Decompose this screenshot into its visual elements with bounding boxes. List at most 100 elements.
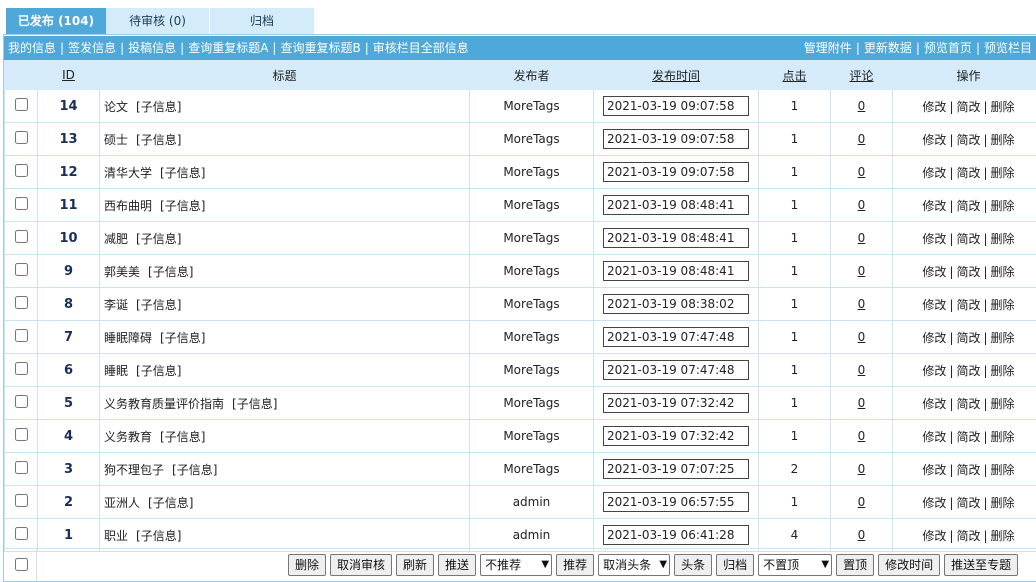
row-title-link[interactable]: 义务教育 — [104, 430, 152, 444]
menu-my-info[interactable]: 我的信息 — [8, 41, 56, 55]
row-time-input[interactable] — [603, 261, 749, 281]
row-edit-link[interactable]: 修改 — [922, 529, 946, 543]
menu-preview-home[interactable]: 预览首页 — [924, 41, 972, 55]
row-edit-link[interactable]: 修改 — [922, 331, 946, 345]
col-id-header[interactable]: ID — [37, 60, 100, 90]
row-edit-link[interactable]: 修改 — [922, 166, 946, 180]
row-edit-link[interactable]: 修改 — [922, 232, 946, 246]
row-checkbox[interactable] — [14, 98, 28, 111]
row-delete-link[interactable]: 删除 — [991, 100, 1015, 114]
row-time-input[interactable] — [603, 195, 749, 215]
row-edit-link[interactable]: 修改 — [922, 364, 946, 378]
menu-signed-info[interactable]: 签发信息 — [68, 41, 116, 55]
row-comments-link[interactable]: 0 — [858, 396, 866, 410]
row-comments-link[interactable]: 0 — [858, 429, 866, 443]
row-comments-link[interactable]: 0 — [858, 132, 866, 146]
row-comments-link[interactable]: 0 — [858, 231, 866, 245]
row-delete-link[interactable]: 删除 — [991, 331, 1015, 345]
row-title-link[interactable]: 职业 — [104, 529, 128, 543]
row-title-link[interactable]: 李诞 — [104, 298, 128, 312]
row-title-link[interactable]: 亚洲人 — [104, 496, 140, 510]
row-edit-link[interactable]: 修改 — [922, 298, 946, 312]
row-checkbox[interactable] — [14, 329, 28, 342]
row-simple-edit-link[interactable]: 简改 — [956, 529, 980, 543]
row-delete-link[interactable]: 删除 — [991, 496, 1015, 510]
menu-update-data[interactable]: 更新数据 — [864, 41, 912, 55]
row-delete-link[interactable]: 删除 — [991, 232, 1015, 246]
menu-dup-title-a[interactable]: 查询重复标题A — [188, 41, 268, 55]
menu-contributions[interactable]: 投稿信息 — [128, 41, 176, 55]
row-checkbox[interactable] — [14, 197, 28, 210]
select-all-checkbox[interactable] — [15, 558, 28, 571]
row-edit-link[interactable]: 修改 — [922, 496, 946, 510]
push-button[interactable]: 推送 — [438, 554, 477, 576]
row-edit-link[interactable]: 修改 — [922, 397, 946, 411]
row-title-link[interactable]: 西布曲明 — [104, 199, 152, 213]
refresh-button[interactable]: 刷新 — [396, 554, 435, 576]
row-simple-edit-link[interactable]: 简改 — [956, 463, 980, 477]
row-delete-link[interactable]: 删除 — [991, 463, 1015, 477]
row-checkbox[interactable] — [14, 131, 28, 144]
row-simple-edit-link[interactable]: 简改 — [956, 133, 980, 147]
row-delete-link[interactable]: 删除 — [991, 133, 1015, 147]
row-comments-link[interactable]: 0 — [858, 528, 866, 542]
delete-button[interactable]: 删除 — [288, 554, 327, 576]
row-comments-link[interactable]: 0 — [858, 198, 866, 212]
row-title-link[interactable]: 义务教育质量评价指南 — [104, 397, 224, 411]
row-time-input[interactable] — [603, 360, 749, 380]
row-comments-link[interactable]: 0 — [858, 165, 866, 179]
row-comments-link[interactable]: 0 — [858, 99, 866, 113]
headline-select[interactable]: 取消头条 ▼ — [598, 554, 671, 576]
tab-archive[interactable]: 归档 — [210, 8, 314, 34]
row-comments-link[interactable]: 0 — [858, 297, 866, 311]
row-delete-link[interactable]: 删除 — [991, 529, 1015, 543]
modify-time-button[interactable]: 修改时间 — [878, 554, 941, 576]
row-checkbox[interactable] — [14, 527, 28, 540]
menu-dup-title-b[interactable]: 查询重复标题B — [280, 41, 360, 55]
row-title-link[interactable]: 睡眠障碍 — [104, 331, 152, 345]
tab-published[interactable]: 已发布 (104) — [6, 8, 106, 34]
row-delete-link[interactable]: 删除 — [991, 298, 1015, 312]
col-clicks-header[interactable]: 点击 — [758, 60, 831, 90]
row-time-input[interactable] — [603, 525, 749, 545]
row-simple-edit-link[interactable]: 简改 — [956, 100, 980, 114]
col-comments-header[interactable]: 评论 — [830, 60, 893, 90]
row-comments-link[interactable]: 0 — [858, 330, 866, 344]
row-time-input[interactable] — [603, 228, 749, 248]
recommend-select[interactable]: 不推荐 ▼ — [480, 554, 553, 576]
push-topic-button[interactable]: 推送至专题 — [944, 554, 1019, 576]
row-time-input[interactable] — [603, 162, 749, 182]
top-select[interactable]: 不置顶 ▼ — [758, 554, 833, 576]
row-time-input[interactable] — [603, 129, 749, 149]
row-simple-edit-link[interactable]: 简改 — [956, 331, 980, 345]
row-title-link[interactable]: 郭美美 — [104, 265, 140, 279]
menu-manage-attachments[interactable]: 管理附件 — [804, 41, 852, 55]
row-title-link[interactable]: 狗不理包子 — [104, 463, 164, 477]
row-checkbox[interactable] — [14, 263, 28, 276]
row-edit-link[interactable]: 修改 — [922, 463, 946, 477]
row-delete-link[interactable]: 删除 — [991, 199, 1015, 213]
tab-pending[interactable]: 待审核 (0) — [106, 8, 210, 34]
recommend-button[interactable]: 推荐 — [556, 554, 595, 576]
row-comments-link[interactable]: 0 — [858, 495, 866, 509]
row-time-input[interactable] — [603, 492, 749, 512]
row-delete-link[interactable]: 删除 — [991, 166, 1015, 180]
row-time-input[interactable] — [603, 294, 749, 314]
row-checkbox[interactable] — [14, 461, 28, 474]
row-time-input[interactable] — [603, 96, 749, 116]
row-delete-link[interactable]: 删除 — [991, 265, 1015, 279]
row-checkbox[interactable] — [14, 230, 28, 243]
row-time-input[interactable] — [603, 327, 749, 347]
row-edit-link[interactable]: 修改 — [922, 100, 946, 114]
row-checkbox[interactable] — [14, 164, 28, 177]
row-simple-edit-link[interactable]: 简改 — [956, 430, 980, 444]
row-time-input[interactable] — [603, 393, 749, 413]
row-comments-link[interactable]: 0 — [858, 363, 866, 377]
menu-review-all[interactable]: 审核栏目全部信息 — [373, 41, 469, 55]
menu-preview-column[interactable]: 预览栏目 — [984, 41, 1032, 55]
row-edit-link[interactable]: 修改 — [922, 133, 946, 147]
row-checkbox[interactable] — [14, 395, 28, 408]
row-title-link[interactable]: 硕士 — [104, 133, 128, 147]
row-simple-edit-link[interactable]: 简改 — [956, 166, 980, 180]
row-edit-link[interactable]: 修改 — [922, 265, 946, 279]
